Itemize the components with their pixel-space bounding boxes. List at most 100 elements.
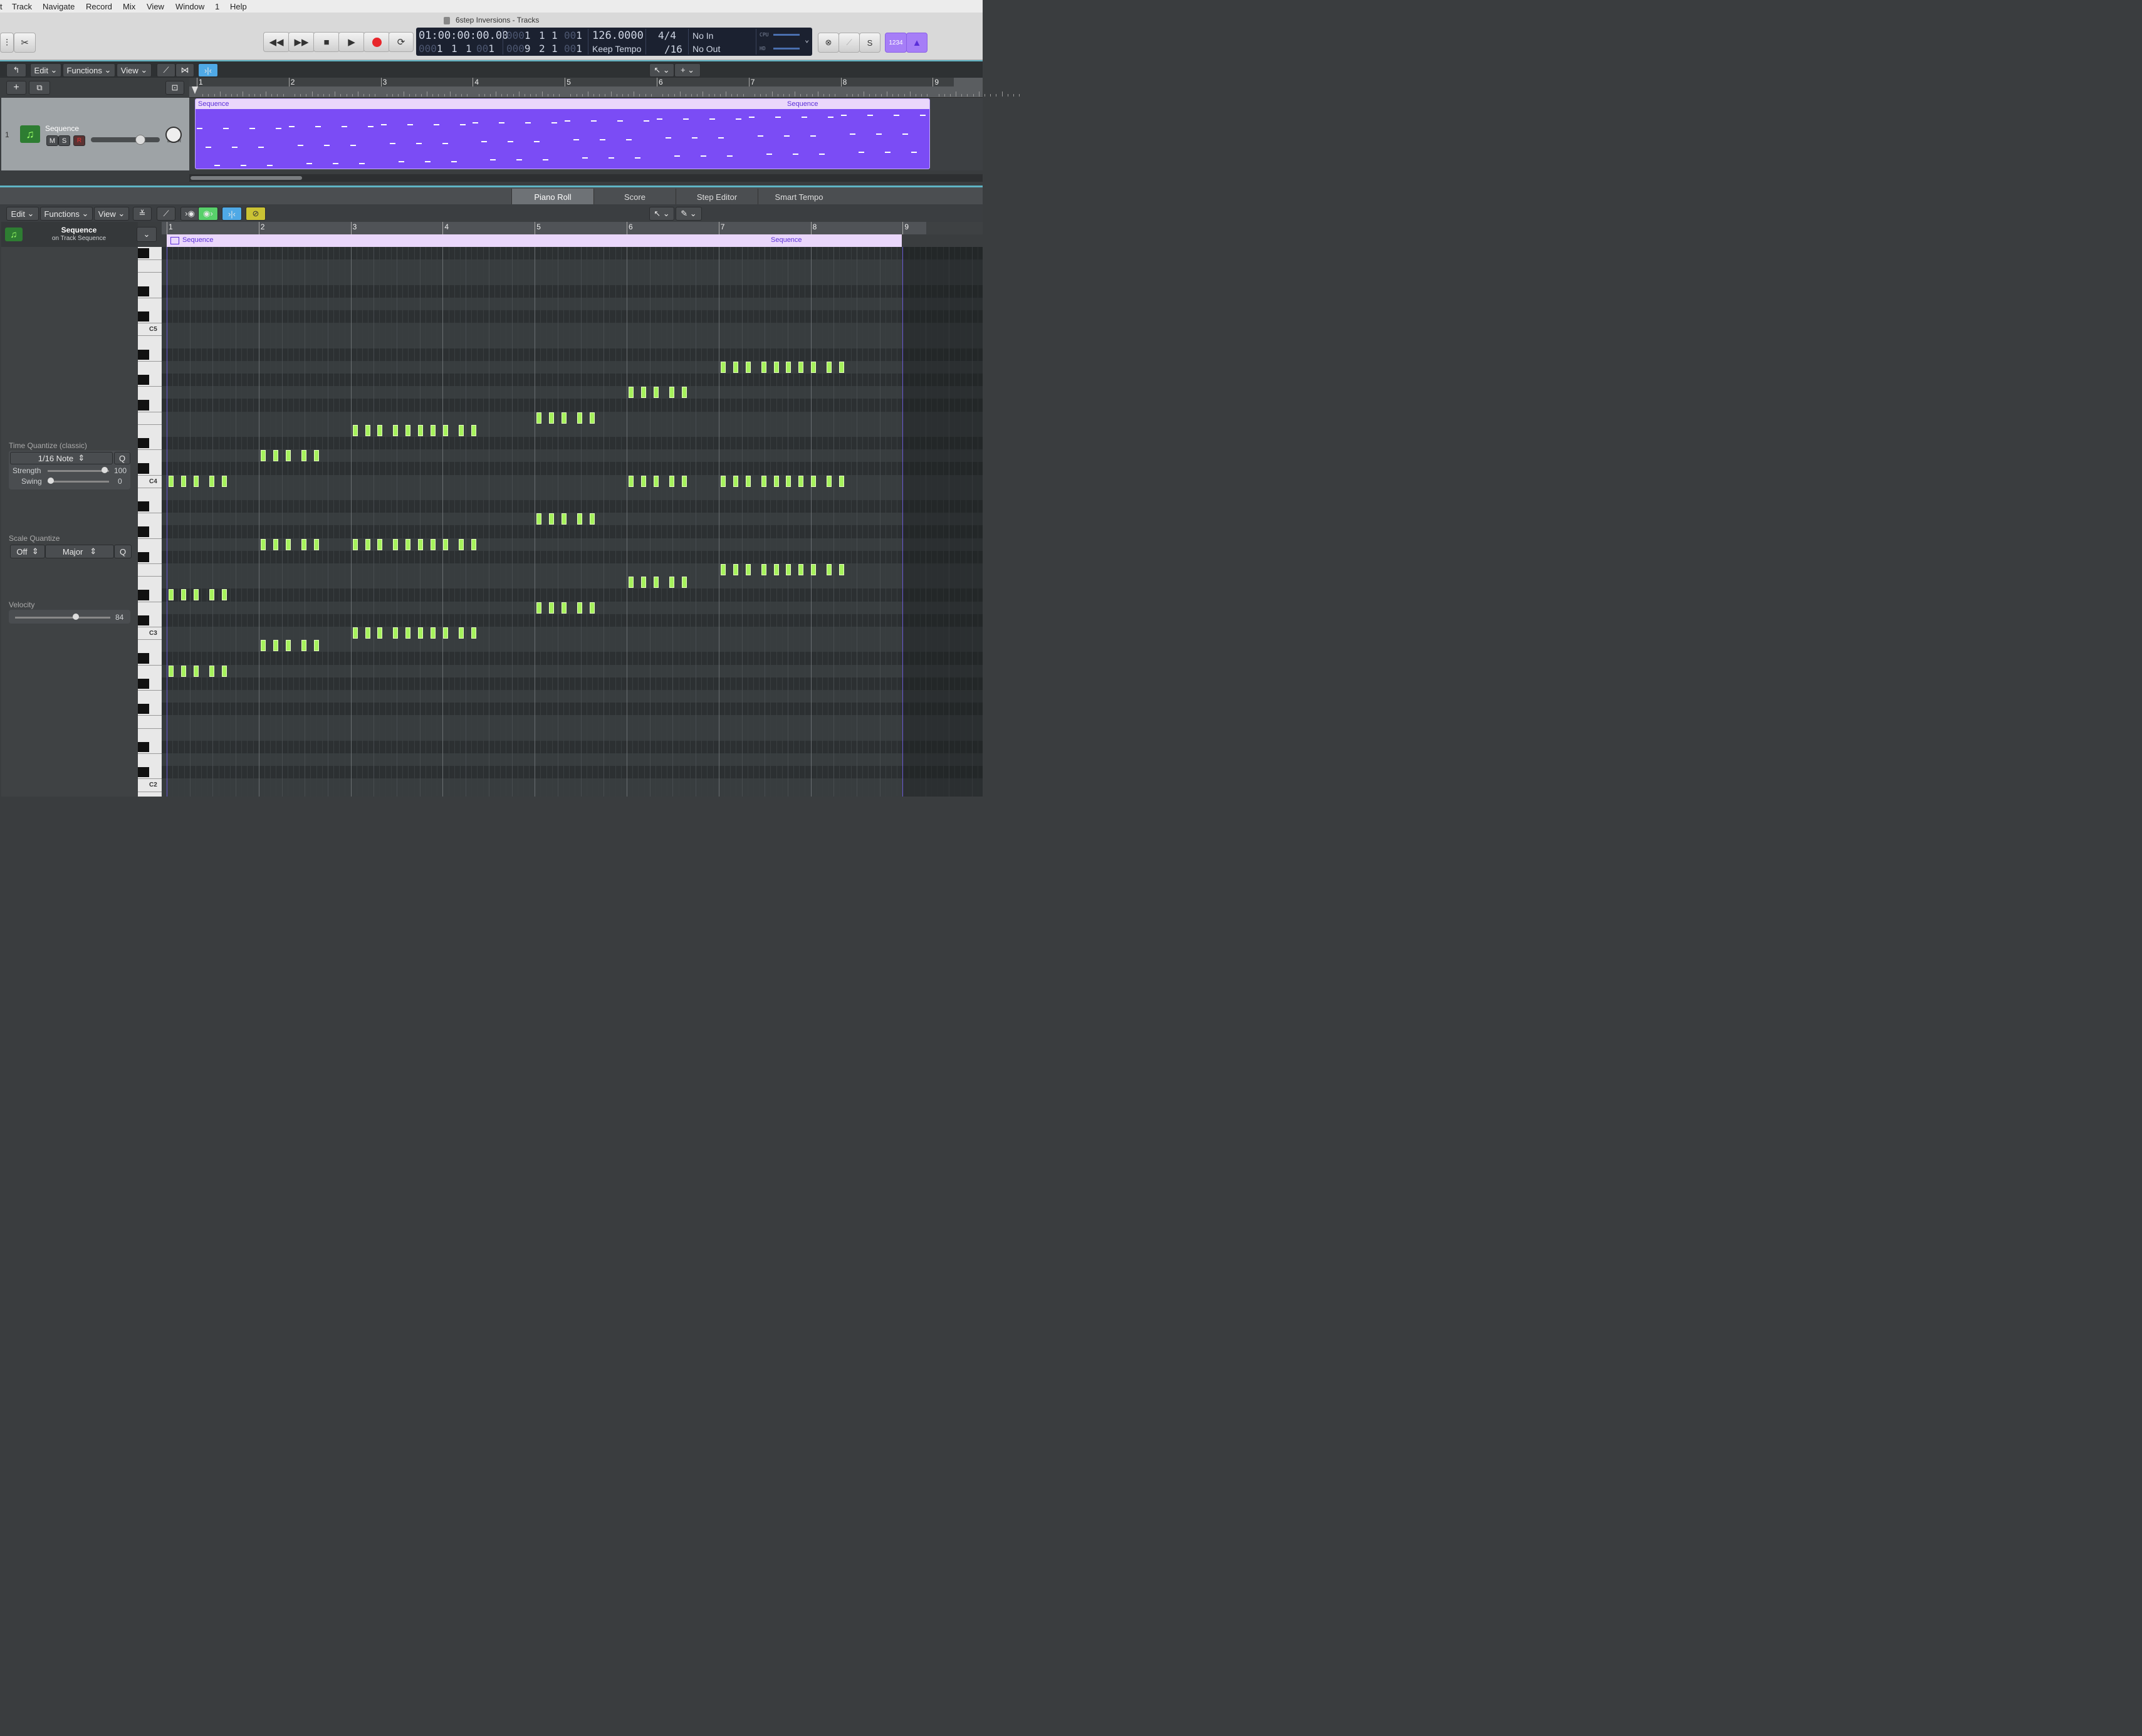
- midi-note[interactable]: [260, 640, 266, 652]
- midi-note[interactable]: [443, 627, 449, 639]
- midi-note[interactable]: [352, 627, 358, 639]
- midi-note[interactable]: [640, 577, 646, 588]
- midi-note[interactable]: [720, 564, 726, 575]
- chevron-down-icon[interactable]: ⌄: [805, 35, 809, 44]
- midi-note[interactable]: [786, 361, 791, 373]
- midi-note[interactable]: [459, 538, 464, 550]
- midi-note[interactable]: [221, 589, 227, 601]
- midi-note[interactable]: [562, 412, 567, 424]
- midi-note[interactable]: [221, 475, 227, 487]
- menu-record[interactable]: Record: [86, 2, 112, 11]
- menu-partial[interactable]: t: [0, 2, 3, 11]
- lcd-tempo[interactable]: 126.0000: [592, 29, 644, 42]
- black-key[interactable]: [138, 526, 149, 537]
- midi-note[interactable]: [377, 424, 383, 436]
- swing-thumb[interactable]: [48, 478, 54, 484]
- black-key[interactable]: [138, 653, 149, 664]
- midi-note[interactable]: [773, 361, 779, 373]
- tracks-edit-menu[interactable]: Edit ⌄: [30, 63, 61, 77]
- midi-note[interactable]: [653, 387, 659, 399]
- midi-note[interactable]: [443, 538, 449, 550]
- menu-window[interactable]: Window: [175, 2, 204, 11]
- midi-note[interactable]: [273, 538, 278, 550]
- midi-note[interactable]: [260, 538, 266, 550]
- menu-mix[interactable]: Mix: [123, 2, 135, 11]
- velocity-thumb[interactable]: [73, 614, 79, 620]
- stop-button[interactable]: ■: [313, 32, 340, 52]
- scale-type-select[interactable]: Major ⇕: [45, 545, 114, 558]
- midi-note[interactable]: [733, 475, 738, 487]
- midi-note[interactable]: [393, 424, 399, 436]
- tab-step-editor[interactable]: Step Editor: [676, 189, 758, 205]
- midi-note[interactable]: [471, 424, 477, 436]
- record-button[interactable]: [363, 32, 390, 52]
- tab-piano-roll[interactable]: Piano Roll: [511, 189, 593, 205]
- black-key[interactable]: [138, 349, 149, 360]
- midi-note[interactable]: [418, 424, 424, 436]
- pencil-icon[interactable]: ⟋: [839, 33, 860, 53]
- collapse-icon[interactable]: ≚: [133, 207, 152, 221]
- midi-note[interactable]: [169, 589, 174, 601]
- midi-note[interactable]: [431, 538, 436, 550]
- midi-note[interactable]: [786, 564, 791, 575]
- midi-note[interactable]: [811, 361, 817, 373]
- midi-note[interactable]: [720, 361, 726, 373]
- midi-note[interactable]: [827, 361, 832, 373]
- menu-help[interactable]: Help: [230, 2, 247, 11]
- midi-note[interactable]: [418, 538, 424, 550]
- flex-icon[interactable]: ⋈: [175, 63, 194, 77]
- midi-note[interactable]: [285, 640, 291, 652]
- tab-smart-tempo[interactable]: Smart Tempo: [758, 189, 840, 205]
- editor-pointer-tool-icon[interactable]: ↖ ⌄: [649, 207, 674, 221]
- midi-note[interactable]: [393, 538, 399, 550]
- x-icon[interactable]: ⊗: [818, 33, 839, 53]
- midi-note[interactable]: [773, 475, 779, 487]
- midi-note[interactable]: [761, 564, 766, 575]
- midi-note[interactable]: [352, 424, 358, 436]
- midi-note[interactable]: [733, 564, 738, 575]
- black-key[interactable]: [138, 248, 149, 259]
- midi-note[interactable]: [221, 665, 227, 677]
- track-name[interactable]: Sequence: [45, 124, 79, 133]
- piano-roll-grid[interactable]: [162, 247, 983, 797]
- pointer-tool-icon[interactable]: ↖ ⌄: [649, 63, 674, 77]
- time-quantize-q-button[interactable]: Q: [114, 452, 130, 464]
- editor-edit-menu[interactable]: Edit ⌄: [6, 207, 39, 221]
- midi-note[interactable]: [669, 577, 674, 588]
- black-key[interactable]: [138, 552, 149, 562]
- midi-note[interactable]: [536, 412, 542, 424]
- midi-note[interactable]: [377, 627, 383, 639]
- midi-note[interactable]: [681, 387, 687, 399]
- solo-icon[interactable]: S: [859, 33, 880, 53]
- midi-note[interactable]: [669, 387, 674, 399]
- track-header[interactable]: 1 ♫ Sequence M S R L R: [1, 98, 189, 170]
- scale-quantize-q-button[interactable]: Q: [114, 545, 132, 558]
- midi-note[interactable]: [669, 475, 674, 487]
- midi-note[interactable]: [577, 602, 582, 614]
- show-region-icon[interactable]: ⌄: [137, 227, 157, 242]
- midi-note[interactable]: [352, 538, 358, 550]
- midi-note[interactable]: [193, 665, 199, 677]
- midi-note[interactable]: [260, 450, 266, 462]
- black-key[interactable]: [138, 463, 149, 474]
- global-tracks-icon[interactable]: ⊡: [165, 81, 184, 95]
- midi-note[interactable]: [471, 627, 477, 639]
- volume-slider[interactable]: [91, 137, 160, 142]
- midi-note[interactable]: [431, 424, 436, 436]
- midi-note[interactable]: [313, 640, 319, 652]
- midi-note[interactable]: [313, 538, 319, 550]
- midi-note[interactable]: [169, 665, 174, 677]
- midi-note[interactable]: [798, 361, 804, 373]
- midi-note[interactable]: [798, 564, 804, 575]
- midi-note[interactable]: [761, 361, 766, 373]
- midi-note[interactable]: [589, 602, 595, 614]
- strength-thumb[interactable]: [102, 467, 108, 473]
- midi-note[interactable]: [169, 475, 174, 487]
- midi-note[interactable]: [285, 538, 291, 550]
- lcd-display[interactable]: 01:00:00:00.00 0001 1 1 001 0001 1 1 001…: [416, 28, 812, 56]
- playhead-icon[interactable]: [192, 86, 198, 94]
- midi-note[interactable]: [209, 589, 214, 601]
- black-key[interactable]: [138, 678, 149, 689]
- midi-note[interactable]: [745, 361, 751, 373]
- midi-note[interactable]: [193, 475, 199, 487]
